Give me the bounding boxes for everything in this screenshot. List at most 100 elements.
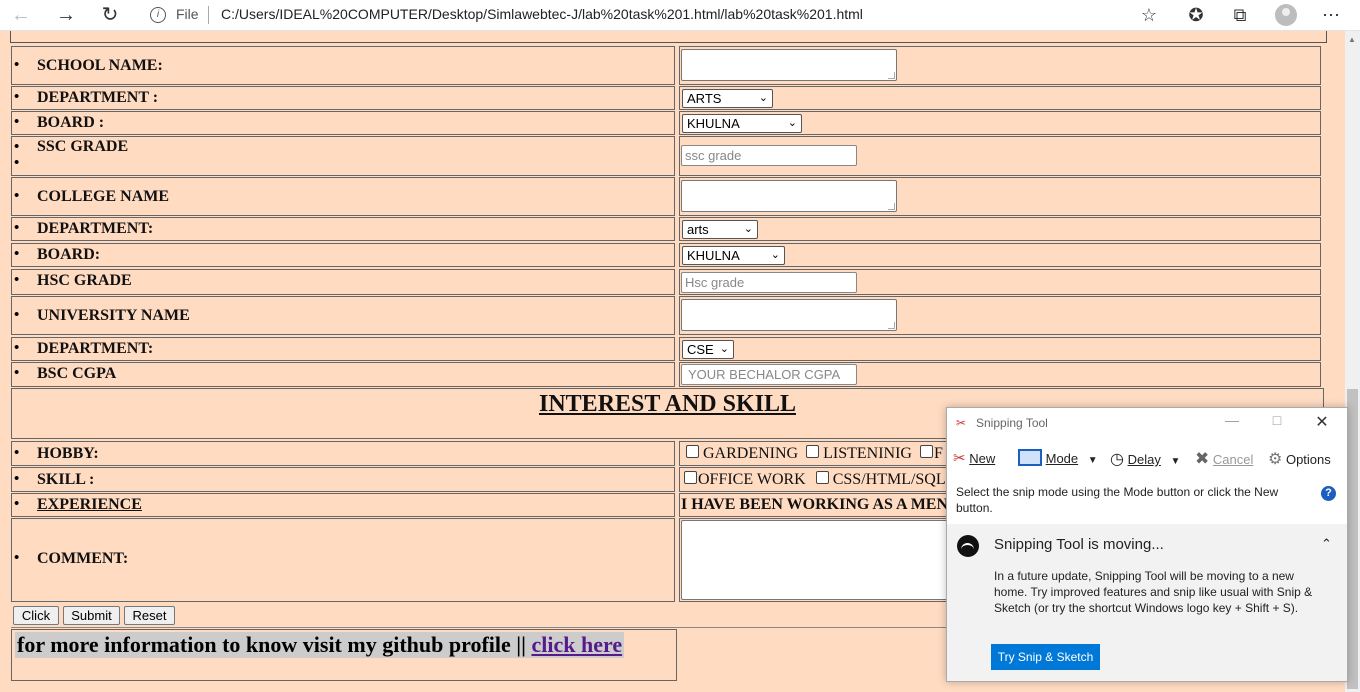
minimize-icon[interactable]: — xyxy=(1217,412,1247,428)
moving-body: In a future update, Snipping Tool will b… xyxy=(994,569,1313,615)
experience-text: I HAVE BEEN WORKING AS A MEN xyxy=(681,496,949,513)
row-bsc-cgpa: • BSC CGPA YOUR BECHALOR CGPA xyxy=(11,362,1321,387)
mode-icon xyxy=(1018,449,1042,466)
skill-label: SKILL : xyxy=(37,471,95,488)
previous-row-border xyxy=(10,31,1327,43)
school-board-select[interactable]: KHULNA ⌄ xyxy=(682,114,802,133)
github-link[interactable]: click here xyxy=(531,632,622,657)
address-file-label: File xyxy=(176,6,199,22)
clock-icon: ◷ xyxy=(1110,451,1124,468)
hsc-grade-input[interactable]: Hsc grade xyxy=(681,272,857,293)
school-name-textarea[interactable] xyxy=(681,49,897,81)
info-icon[interactable]: i xyxy=(150,7,166,23)
address-separator xyxy=(208,6,209,24)
office-work-checkbox[interactable] xyxy=(684,471,697,484)
hobby-gardening: GARDENING xyxy=(703,445,799,462)
maximize-icon[interactable]: □ xyxy=(1262,412,1292,428)
ssc-grade-input[interactable]: ssc grade xyxy=(681,145,857,166)
row-ssc-grade: • SSC GRADE • ssc grade xyxy=(11,136,1321,176)
college-name-label: COLLEGE NAME xyxy=(37,188,170,205)
close-icon[interactable]: ✕ xyxy=(1307,412,1337,432)
hobby-third: F xyxy=(933,445,943,462)
row-college-name: • COLLEGE NAME xyxy=(11,177,1321,216)
collapse-icon[interactable]: ⌃ xyxy=(1321,536,1332,552)
info-box: for more information to know visit my gi… xyxy=(11,629,677,681)
click-button[interactable]: Click xyxy=(13,606,59,625)
bsc-cgpa-input[interactable]: YOUR BECHALOR CGPA xyxy=(681,364,857,385)
chevron-down-icon: ⌄ xyxy=(719,343,729,355)
snip-description: Select the snip mode using the Mode butt… xyxy=(956,485,1279,515)
cancel-button[interactable]: ✖ Cancel xyxy=(1195,449,1253,469)
school-department-label: DEPARTMENT : xyxy=(37,89,159,106)
row-college-board: • BOARD: KHULNA ⌄ xyxy=(11,243,1321,267)
row-university-name: • UNIVERSITY NAME xyxy=(11,296,1321,335)
try-snip-sketch-button[interactable]: Try Snip & Sketch xyxy=(991,644,1100,670)
chevron-down-icon: ⌄ xyxy=(770,249,780,261)
chevron-down-icon: ⌄ xyxy=(787,117,797,129)
moving-heading: Snipping Tool is moving... xyxy=(994,536,1164,553)
profile-icon[interactable] xyxy=(1275,4,1297,26)
scissors-icon: ✂ xyxy=(956,416,967,430)
school-name-label: SCHOOL NAME: xyxy=(37,57,163,74)
chevron-down-icon: ⌄ xyxy=(758,92,768,104)
row-school-board: • BOARD : KHULNA ⌄ xyxy=(11,111,1321,135)
ssc-grade-label: SSC GRADE xyxy=(37,138,129,155)
window-title: Snipping Tool xyxy=(976,416,1048,430)
browser-toolbar: ← → ↻ i File C:/Users/IDEAL%20COMPUTER/D… xyxy=(0,0,1360,31)
back-icon[interactable]: ← xyxy=(8,3,34,27)
comment-label: COMMENT: xyxy=(37,550,129,567)
help-icon[interactable]: ? xyxy=(1321,486,1336,501)
hobby-label: HOBBY: xyxy=(37,445,99,462)
chevron-down-icon: ⌄ xyxy=(743,223,753,235)
college-board-select[interactable]: KHULNA ⌄ xyxy=(682,246,785,265)
experience-label[interactable]: EXPERIENCE xyxy=(37,496,142,514)
collections-icon[interactable]: ⧉ xyxy=(1228,4,1252,26)
school-board-label: BOARD : xyxy=(37,114,105,131)
delay-button[interactable]: ◷ Delay ▼ xyxy=(1110,449,1180,469)
refresh-icon[interactable]: ↻ xyxy=(97,3,123,27)
mode-button[interactable]: Mode ▼ xyxy=(1018,449,1098,466)
college-board-label: BOARD: xyxy=(37,246,101,263)
delay-dropdown-icon[interactable]: ▼ xyxy=(1170,456,1180,467)
css-html-sql-checkbox[interactable] xyxy=(815,471,829,484)
hobby-listening: LISTENINIG xyxy=(823,445,912,462)
scroll-up-icon[interactable]: ▲ xyxy=(1348,35,1356,44)
row-school-name: • SCHOOL NAME: xyxy=(11,46,1321,85)
more-icon[interactable]: ⋯ xyxy=(1319,4,1343,26)
university-department-label: DEPARTMENT: xyxy=(37,340,154,357)
snip-sketch-icon xyxy=(957,535,979,557)
scrollbar-thumb[interactable] xyxy=(1347,389,1358,689)
hsc-grade-label: HSC GRADE xyxy=(37,272,132,289)
school-department-select[interactable]: ARTS ⌄ xyxy=(682,89,773,108)
college-department-label: DEPARTMENT: xyxy=(37,220,154,237)
skill-css-html-sql: CSS/HTML/SQL xyxy=(832,471,946,488)
address-bar[interactable]: C:/Users/IDEAL%20COMPUTER/Desktop/Simlaw… xyxy=(221,6,863,22)
mode-dropdown-icon[interactable]: ▼ xyxy=(1088,455,1098,466)
cancel-x-icon: ✖ xyxy=(1195,449,1210,468)
snipping-tool-window: ✂ Snipping Tool — □ ✕ ✂ New Mode ▼ ◷ Del… xyxy=(946,407,1348,682)
bsc-cgpa-label: BSC CGPA xyxy=(37,365,117,382)
reset-button[interactable]: Reset xyxy=(124,606,175,625)
skill-office-work: OFFICE WORK xyxy=(698,471,806,488)
options-button[interactable]: ⚙ Options xyxy=(1268,449,1331,469)
university-name-textarea[interactable] xyxy=(681,299,897,331)
row-hsc-grade: • HSC GRADE Hsc grade xyxy=(11,269,1321,295)
college-name-textarea[interactable] xyxy=(681,180,897,212)
gear-icon: ⚙ xyxy=(1268,451,1283,468)
new-button[interactable]: ✂ New xyxy=(953,449,995,467)
gardening-checkbox[interactable] xyxy=(686,445,699,458)
college-department-select[interactable]: arts ⌄ xyxy=(682,220,758,239)
info-text: for more information to know visit my gi… xyxy=(15,632,625,658)
row-university-department: • DEPARTMENT: CSE ⌄ xyxy=(11,337,1321,361)
university-name-label: UNIVERSITY NAME xyxy=(37,307,190,324)
favorite-add-icon[interactable]: ☆ xyxy=(1137,4,1161,26)
submit-button[interactable]: Submit xyxy=(63,606,120,625)
row-school-department: • DEPARTMENT : ARTS ⌄ xyxy=(11,86,1321,110)
listening-checkbox[interactable] xyxy=(806,445,820,458)
favorites-icon[interactable]: ✪ xyxy=(1184,4,1208,26)
forward-icon[interactable]: → xyxy=(53,3,79,27)
row-college-department: • DEPARTMENT: arts ⌄ xyxy=(11,217,1321,241)
university-department-select[interactable]: CSE ⌄ xyxy=(682,340,734,359)
new-snip-icon: ✂ xyxy=(953,450,966,467)
third-hobby-checkbox[interactable] xyxy=(919,445,933,458)
